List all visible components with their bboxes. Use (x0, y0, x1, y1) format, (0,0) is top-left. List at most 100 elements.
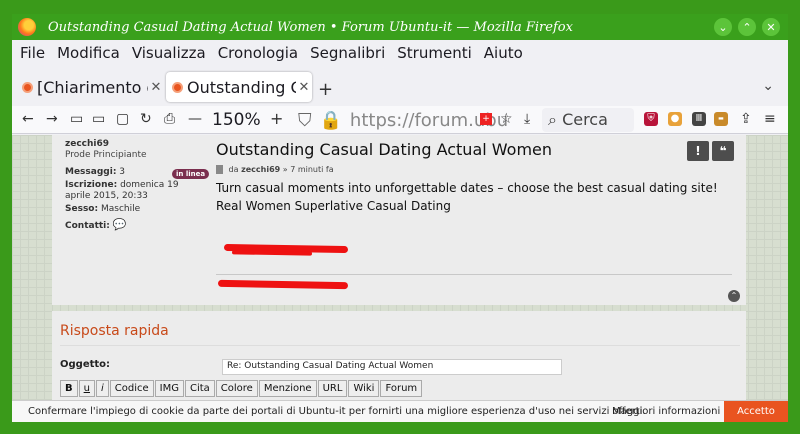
new-tab-icon[interactable]: + (318, 79, 333, 100)
underline-button[interactable]: u (78, 380, 95, 397)
cookie-more-link[interactable]: Maggiori informazioni (612, 406, 720, 417)
meta-time: » 7 minuti fa (282, 165, 334, 174)
window-controls: ⌄ ⌃ ✕ (714, 18, 780, 36)
menu-file[interactable]: File (20, 44, 45, 62)
swiss-flag-icon[interactable]: + (480, 113, 492, 125)
meta-author[interactable]: zecchi69 (241, 165, 280, 174)
search-input[interactable]: ⌕ Cerca (542, 108, 634, 132)
url-button[interactable]: URL (317, 380, 348, 397)
forum-button[interactable]: Forum (380, 380, 423, 397)
color-button[interactable]: Colore (215, 380, 258, 397)
share-icon[interactable]: ⇪ (740, 111, 752, 127)
folder-icon[interactable]: ▭ (70, 111, 83, 127)
close-icon[interactable]: ✕ (762, 18, 780, 36)
firefox-logo-icon (18, 18, 36, 36)
ublock-extension-icon[interactable]: ⛨ (644, 112, 658, 126)
joined-row: Iscrizione: domenica 19 aprile 2015, 20:… (65, 180, 205, 202)
navigation-bar: ← → ▭ ▭ ▢ ↻ ⎙ — 150% + ⛉ 🔒 https://forum… (12, 106, 788, 134)
cookie-banner: Confermare l'impiego di cookie da parte … (12, 400, 788, 422)
menu-modifica[interactable]: Modifica (57, 44, 120, 62)
zoom-in-icon[interactable]: + (270, 109, 283, 128)
print-icon[interactable]: ⎙ (164, 111, 175, 127)
menu-visualizza[interactable]: Visualizza (132, 44, 206, 62)
menu-strumenti[interactable]: Strumenti (397, 44, 471, 62)
sex-value: Maschile (100, 204, 141, 214)
wiki-button[interactable]: Wiki (348, 380, 380, 397)
signature-divider (216, 274, 732, 275)
window-title: Outstanding Casual Dating Actual Women •… (48, 19, 573, 35)
format-toolbar: B u i Codice IMG Cita Colore Menzione UR… (60, 380, 423, 397)
quote-format-button[interactable]: Cita (184, 380, 215, 397)
subject-label: Oggetto: (60, 359, 111, 370)
zoom-out-icon[interactable]: — (188, 111, 202, 127)
tab-bar: [Chiarimento d ✕ Outstanding Ca ✕ + ⌄ (12, 66, 788, 106)
post-icon (216, 165, 223, 174)
redacted-signature (217, 279, 349, 290)
bookmark-star-icon[interactable]: ☆ (500, 111, 513, 127)
ubuntu-favicon-icon (172, 81, 183, 93)
maximize-icon[interactable]: ⌃ (738, 18, 756, 36)
post-body-line2: Real Women Superlative Casual Dating (216, 199, 451, 213)
mention-button[interactable]: Menzione (258, 380, 317, 397)
chat-bubble-icon[interactable]: 💬 (113, 218, 127, 231)
screenshot-icon[interactable]: ▢ (116, 111, 129, 127)
back-icon[interactable]: ← (22, 111, 34, 127)
quick-reply-panel: Risposta rapida Oggetto: Re: Outstanding… (52, 311, 746, 401)
online-badge: in linea (172, 169, 210, 179)
list-all-tabs-icon[interactable]: ⌄ (762, 78, 774, 94)
download-icon[interactable]: ⤓ (524, 111, 530, 127)
library-icon[interactable]: Ⅲ (692, 112, 706, 126)
quick-reply-title: Risposta rapida (60, 323, 169, 339)
search-icon: ⌕ (548, 110, 557, 129)
forward-icon[interactable]: → (46, 111, 58, 127)
back-to-top-icon[interactable]: ⌃ (728, 290, 740, 302)
extension-icon[interactable]: ▬ (714, 112, 728, 126)
post-author[interactable]: zecchi69 (65, 139, 205, 150)
bold-button[interactable]: B (60, 380, 78, 397)
lock-icon[interactable]: 🔒 (320, 110, 342, 131)
img-button[interactable]: IMG (154, 380, 184, 397)
joined-label: Iscrizione: (65, 180, 118, 190)
cookie-text: Confermare l'impiego di cookie da parte … (28, 406, 646, 417)
quick-reply-divider (60, 345, 740, 346)
close-tab-icon[interactable]: ✕ (148, 80, 164, 95)
quote-button[interactable]: ❝ (712, 141, 734, 161)
post-title[interactable]: Outstanding Casual Dating Actual Women (216, 140, 552, 159)
desktop-frame: Outstanding Casual Dating Actual Women •… (0, 0, 800, 434)
hamburger-menu-icon[interactable]: ≡ (764, 111, 776, 127)
shield-icon[interactable]: ⛉ (298, 110, 312, 131)
messages-value: 3 (119, 167, 126, 177)
forum-post: zecchi69 Prode Principiante Messaggi: 3 … (52, 135, 746, 305)
tab-label: [Chiarimento d (37, 77, 148, 97)
post-body: Turn casual moments into unforgettable d… (216, 179, 718, 215)
italic-button[interactable]: i (95, 380, 109, 397)
post-body-line1: Turn casual moments into unforgettable d… (216, 181, 718, 195)
reload-icon[interactable]: ↻ (140, 111, 152, 127)
menu-segnalibri[interactable]: Segnalibri (310, 44, 385, 62)
meta-prefix: da (228, 165, 239, 174)
cookie-accept-button[interactable]: Accetto (724, 401, 788, 422)
close-tab-icon[interactable]: ✕ (296, 80, 312, 95)
browser-window: Outstanding Casual Dating Actual Women •… (12, 14, 788, 422)
tab-chiarimento[interactable]: [Chiarimento d ✕ (16, 72, 164, 102)
minimize-icon[interactable]: ⌄ (714, 18, 732, 36)
tab-outstanding[interactable]: Outstanding Ca ✕ (166, 72, 312, 102)
contacts-label: Contatti: (65, 221, 110, 231)
redacted-link-mark (231, 250, 313, 256)
sex-row: Sesso: Maschile (65, 204, 205, 215)
search-placeholder: Cerca (562, 110, 608, 129)
menu-aiuto[interactable]: Aiuto (484, 44, 523, 62)
cookie-extension-icon[interactable]: ● (668, 112, 682, 126)
tab-label: Outstanding Ca (187, 77, 296, 97)
contacts-row: Contatti: 💬 (65, 219, 205, 232)
report-button[interactable]: ! (687, 141, 709, 161)
user-rank: Prode Principiante (65, 150, 147, 160)
folder-open-icon[interactable]: ▭ (92, 111, 105, 127)
messages-label: Messaggi: (65, 167, 117, 177)
code-button[interactable]: Codice (109, 380, 154, 397)
zoom-level[interactable]: 150% (212, 110, 261, 130)
title-bar[interactable]: Outstanding Casual Dating Actual Women •… (12, 14, 788, 40)
menu-cronologia[interactable]: Cronologia (218, 44, 298, 62)
subject-input[interactable]: Re: Outstanding Casual Dating Actual Wom… (222, 359, 562, 375)
ubuntu-favicon-icon (22, 81, 33, 93)
